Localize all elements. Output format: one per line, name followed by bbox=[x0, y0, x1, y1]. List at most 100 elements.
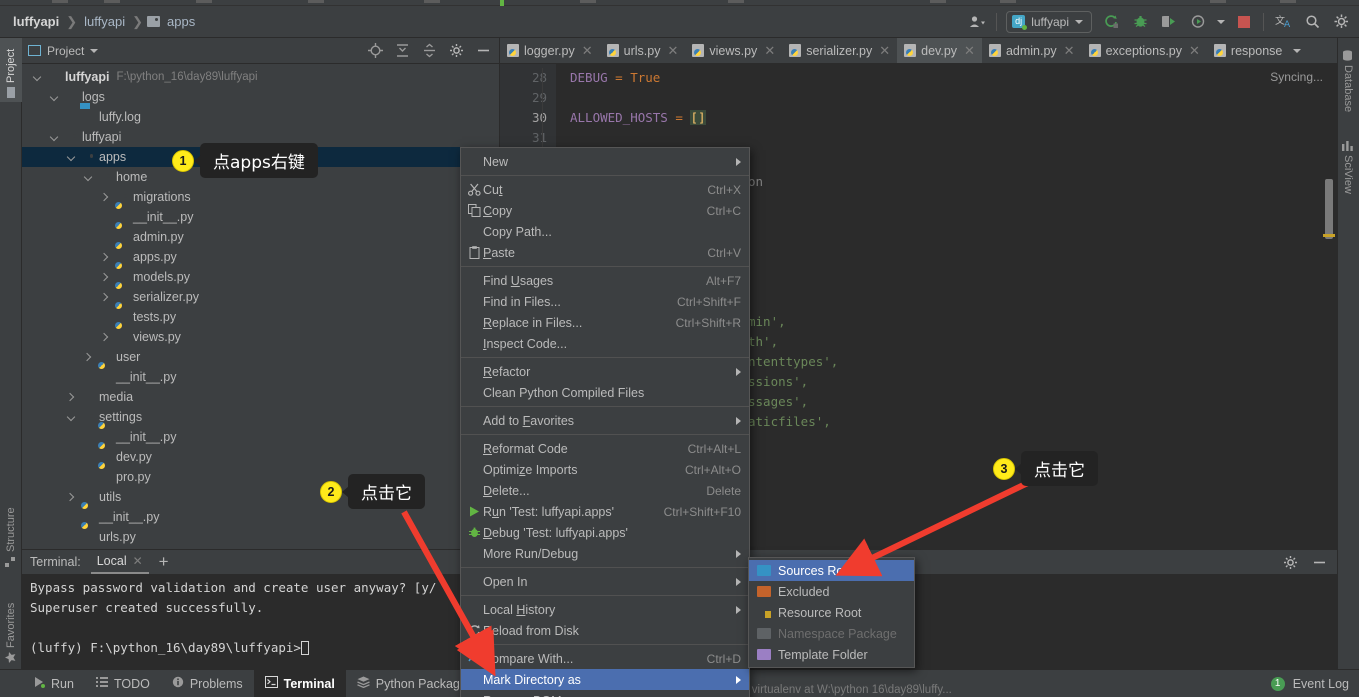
menu-item-new[interactable]: New bbox=[461, 151, 749, 172]
settings-gear-icon[interactable] bbox=[1283, 555, 1298, 570]
chevron-down-icon[interactable] bbox=[66, 412, 77, 423]
tree-item-admin-py[interactable]: admin.py bbox=[22, 227, 499, 247]
editor-tab-exceptions-py[interactable]: exceptions.py ✕ bbox=[1082, 38, 1207, 63]
tree-item-media[interactable]: media bbox=[22, 387, 499, 407]
debug-bug-icon[interactable] bbox=[1130, 12, 1150, 32]
menu-item-delete[interactable]: Delete... Delete bbox=[461, 480, 749, 501]
hide-panel-icon[interactable] bbox=[1312, 555, 1327, 570]
menu-item-cut[interactable]: Cut Ctrl+X bbox=[461, 179, 749, 200]
close-icon[interactable]: ✕ bbox=[964, 43, 975, 59]
tree-item---init---py[interactable]: __init__.py bbox=[22, 427, 499, 447]
chevron-right-icon[interactable] bbox=[83, 352, 94, 363]
menu-item-clean-python-compiled-files[interactable]: Clean Python Compiled Files bbox=[461, 382, 749, 403]
chevron-down-icon[interactable] bbox=[49, 132, 60, 143]
tree-item-urls-py[interactable]: urls.py bbox=[22, 527, 499, 547]
editor-tab-bar[interactable]: logger.py ✕ urls.py ✕ views.py ✕ serializer.py… bbox=[500, 38, 1337, 64]
tree-item-settings[interactable]: settings bbox=[22, 407, 499, 427]
chevron-down-icon[interactable] bbox=[32, 72, 43, 83]
menu-item-reformat-code[interactable]: Reformat Code Ctrl+Alt+L bbox=[461, 438, 749, 459]
chevron-down-icon[interactable] bbox=[1217, 19, 1225, 24]
menu-item-reload-from-disk[interactable]: Reload from Disk bbox=[461, 620, 749, 641]
close-icon[interactable]: ✕ bbox=[879, 43, 890, 59]
run-configuration-selector[interactable]: dj luffyapi bbox=[1006, 10, 1092, 33]
breadcrumb-item-module[interactable]: luffyapi bbox=[81, 13, 128, 30]
sidebar-item-project[interactable]: Project bbox=[0, 38, 22, 102]
submenu-item-resource-root[interactable]: Resource Root bbox=[749, 602, 914, 623]
breadcrumb-item-project[interactable]: luffyapi bbox=[10, 13, 62, 30]
tree-item-dev-py[interactable]: dev.py bbox=[22, 447, 499, 467]
tree-item---init---py[interactable]: __init__.py bbox=[22, 207, 499, 227]
menu-item-mark-directory-as[interactable]: Mark Directory as bbox=[461, 669, 749, 690]
tree-item---init---py[interactable]: __init__.py bbox=[22, 507, 499, 527]
chevron-right-icon[interactable] bbox=[100, 332, 111, 343]
close-icon[interactable]: ✕ bbox=[133, 554, 143, 568]
chevron-down-icon[interactable] bbox=[49, 92, 60, 103]
editor-scrollbar-thumb[interactable] bbox=[1325, 179, 1333, 239]
tree-item-apps-py[interactable]: apps.py bbox=[22, 247, 499, 267]
close-icon[interactable]: ✕ bbox=[1064, 43, 1075, 59]
menu-item-copy-path[interactable]: Copy Path... bbox=[461, 221, 749, 242]
menu-item-find-in-files[interactable]: Find in Files... Ctrl+Shift+F bbox=[461, 291, 749, 312]
close-icon[interactable]: ✕ bbox=[667, 43, 678, 59]
editor-tab-views-py[interactable]: views.py ✕ bbox=[685, 38, 782, 63]
menu-item-find-usages[interactable]: Find Usages Alt+F7 bbox=[461, 270, 749, 291]
close-icon[interactable]: ✕ bbox=[1189, 43, 1200, 59]
chevron-right-icon[interactable] bbox=[100, 292, 111, 303]
translate-icon[interactable]: 文 A bbox=[1273, 12, 1293, 32]
menu-item-remove-bom[interactable]: Remove BOM bbox=[461, 690, 749, 697]
tree-item-tests-py[interactable]: tests.py bbox=[22, 307, 499, 327]
submenu-item-excluded[interactable]: Excluded bbox=[749, 581, 914, 602]
chevron-right-icon[interactable] bbox=[100, 252, 111, 263]
chevron-down-icon[interactable] bbox=[1293, 48, 1302, 53]
sidebar-item-structure[interactable]: Structure bbox=[0, 493, 22, 571]
stop-icon[interactable] bbox=[1234, 12, 1254, 32]
chevron-down-icon[interactable] bbox=[83, 172, 94, 183]
menu-item-compare-with[interactable]: Compare With... Ctrl+D bbox=[461, 648, 749, 669]
editor-tab-response[interactable]: response bbox=[1207, 38, 1308, 63]
run-icon[interactable] bbox=[1159, 12, 1179, 32]
context-menu[interactable]: New Cut Ctrl+X Copy Ctrl+C Copy Path... Paste C… bbox=[460, 147, 750, 697]
menu-item-refactor[interactable]: Refactor bbox=[461, 361, 749, 382]
menu-item-run-test-luffyapi-apps[interactable]: Run 'Test: luffyapi.apps' Ctrl+Shift+F10 bbox=[461, 501, 749, 522]
submenu-item-sources-root[interactable]: Sources Root bbox=[749, 560, 914, 581]
settings-gear-icon[interactable] bbox=[449, 43, 464, 58]
menu-item-copy[interactable]: Copy Ctrl+C bbox=[461, 200, 749, 221]
chevron-right-icon[interactable] bbox=[66, 492, 77, 503]
terminal-tab-local[interactable]: Local ✕ bbox=[90, 551, 149, 574]
editor-tab-logger-py[interactable]: logger.py ✕ bbox=[500, 38, 600, 63]
tree-item-utils[interactable]: utils bbox=[22, 487, 499, 507]
chevron-down-icon[interactable] bbox=[66, 152, 77, 163]
new-terminal-button[interactable]: + bbox=[159, 553, 169, 570]
sidebar-item-database[interactable]: Database bbox=[1337, 46, 1359, 120]
tree-item-logs[interactable]: logs bbox=[22, 87, 499, 107]
coverage-icon[interactable] bbox=[1188, 12, 1208, 32]
locate-target-icon[interactable] bbox=[368, 43, 383, 58]
menu-item-open-in[interactable]: Open In bbox=[461, 571, 749, 592]
menu-item-local-history[interactable]: Local History bbox=[461, 599, 749, 620]
chevron-right-icon[interactable] bbox=[100, 272, 111, 283]
menu-item-debug-test-luffyapi-apps[interactable]: Debug 'Test: luffyapi.apps' bbox=[461, 522, 749, 543]
tree-item-models-py[interactable]: models.py bbox=[22, 267, 499, 287]
menu-item-paste[interactable]: Paste Ctrl+V bbox=[461, 242, 749, 263]
menu-item-add-to-favorites[interactable]: Add to Favorites bbox=[461, 410, 749, 431]
menu-item-more-run-debug[interactable]: More Run/Debug bbox=[461, 543, 749, 564]
chevron-right-icon[interactable] bbox=[66, 392, 77, 403]
chevron-down-icon[interactable] bbox=[90, 48, 99, 53]
menu-item-optimize-imports[interactable]: Optimize Imports Ctrl+Alt+O bbox=[461, 459, 749, 480]
submenu-item-template-folder[interactable]: Template Folder bbox=[749, 644, 914, 665]
mark-directory-as-submenu[interactable]: Sources Root Excluded Resource Root Namespa… bbox=[748, 557, 915, 668]
tree-item-views-py[interactable]: views.py bbox=[22, 327, 499, 347]
tree-item-serializer-py[interactable]: serializer.py bbox=[22, 287, 499, 307]
menu-item-inspect-code[interactable]: Inspect Code... bbox=[461, 333, 749, 354]
search-icon[interactable] bbox=[1302, 12, 1322, 32]
sidebar-item-favorites[interactable]: Favorites bbox=[0, 583, 22, 667]
rerun-icon[interactable] bbox=[1101, 12, 1121, 32]
editor-tab-serializer-py[interactable]: serializer.py ✕ bbox=[782, 38, 897, 63]
breadcrumb-item-apps[interactable]: apps bbox=[164, 13, 198, 30]
tree-item-luffyapi[interactable]: luffyapi F:\python_16\day89\luffyapi bbox=[22, 67, 499, 87]
tree-item-user[interactable]: user bbox=[22, 347, 499, 367]
user-avatar-icon[interactable] bbox=[967, 12, 987, 32]
close-icon[interactable]: ✕ bbox=[764, 43, 775, 59]
editor-tab-admin-py[interactable]: admin.py ✕ bbox=[982, 38, 1082, 63]
collapse-all-icon[interactable] bbox=[422, 43, 437, 58]
